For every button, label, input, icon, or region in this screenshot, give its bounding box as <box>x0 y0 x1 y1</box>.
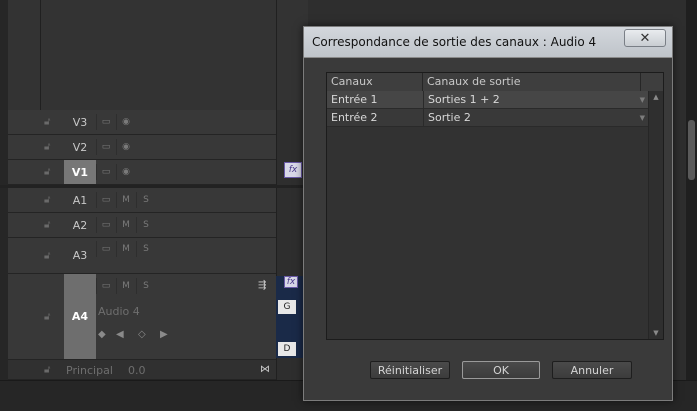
right-channel-tag: D <box>278 342 296 356</box>
film-icon[interactable]: ▭ <box>96 139 115 155</box>
eye-icon[interactable]: ◉ <box>116 114 135 130</box>
timeline-scrollbar[interactable] <box>686 0 697 380</box>
lock-icon[interactable]: 🔓︎ <box>44 311 50 322</box>
lock-icon[interactable]: 🔓︎ <box>44 167 50 178</box>
grid-header: Canaux d’entrée Canaux de sortie <box>327 73 663 106</box>
track-a3[interactable]: 🔓︎ A3 ▭ M S <box>8 238 276 274</box>
fx-badge[interactable]: fx <box>284 276 298 288</box>
track-name: A3 <box>72 249 88 262</box>
track-name: V3 <box>72 115 88 129</box>
chevron-down-icon[interactable]: ▼ <box>640 109 645 127</box>
channel-output-mapping-dialog: Correspondance de sortie des canaux : Au… <box>303 26 673 401</box>
timeline-empty-area <box>8 0 308 110</box>
solo-button[interactable]: S <box>136 217 155 233</box>
track-a1[interactable]: 🔓︎ A1 ▭ M S <box>8 188 276 213</box>
output-channel-value: Sorties 1 + 2 <box>428 93 500 106</box>
film-icon[interactable]: ▭ <box>96 241 115 257</box>
output-channel-select[interactable]: Sortie 2 ▼ <box>423 109 649 127</box>
eye-icon[interactable]: ◉ <box>116 164 135 180</box>
eye-icon[interactable]: ◉ <box>116 139 135 155</box>
scroll-down-icon[interactable]: ▼ <box>649 327 663 339</box>
grid-scrollbar[interactable]: ▲ ▼ <box>648 91 663 339</box>
film-icon[interactable]: ▭ <box>96 114 115 130</box>
track-a4[interactable]: 🔓︎ A4 ▭ M S Audio 4 ◆ ◀ ◇ ▶ ⇶ <box>8 274 276 360</box>
master-channel-icon[interactable]: ⋈ <box>260 364 270 375</box>
track-name: V2 <box>72 140 88 154</box>
output-channel-value: Sortie 2 <box>428 111 471 124</box>
solo-button[interactable]: S <box>136 278 155 294</box>
dialog-titlebar[interactable]: Correspondance de sortie des canaux : Au… <box>304 27 672 58</box>
mute-button[interactable]: M <box>116 217 135 233</box>
track-name: A4 <box>64 274 96 359</box>
mute-button[interactable]: M <box>116 192 135 208</box>
channel-map-icon[interactable]: ⇶ <box>258 280 266 291</box>
table-row[interactable]: Entrée 2 Sortie 2 ▼ <box>327 109 649 127</box>
track-master[interactable]: 🔓︎ Principal 0.0 ⋈ <box>8 360 276 380</box>
keyframe-toggle-icon[interactable]: ◇ <box>138 329 146 340</box>
track-v3[interactable]: 🔓︎ V3 ▭ ◉ <box>8 110 276 135</box>
track-label: Audio 4 <box>98 305 140 318</box>
track-a2[interactable]: 🔓︎ A2 ▭ M S <box>8 213 276 238</box>
film-icon[interactable]: ▭ <box>96 164 115 180</box>
chevron-down-icon[interactable]: ▼ <box>640 91 645 109</box>
solo-button[interactable]: S <box>136 192 155 208</box>
master-value: 0.0 <box>128 364 146 377</box>
keyframe-next-icon[interactable]: ▶ <box>160 329 168 340</box>
film-icon[interactable]: ▭ <box>96 217 115 233</box>
lock-icon[interactable]: 🔓︎ <box>44 117 50 128</box>
dialog-title: Correspondance de sortie des canaux : Au… <box>312 35 597 49</box>
channel-mapping-grid: Canaux d’entrée Canaux de sortie Entrée … <box>326 72 664 340</box>
master-label: Principal <box>66 364 113 377</box>
left-channel-tag: G <box>278 300 296 314</box>
track-name: A2 <box>72 218 88 232</box>
scrollbar-thumb[interactable] <box>688 120 695 180</box>
column-header-input: Canaux d’entrée <box>327 73 423 106</box>
track-v2[interactable]: 🔓︎ V2 ▭ ◉ <box>8 135 276 160</box>
mute-button[interactable]: M <box>116 241 135 257</box>
scroll-up-icon[interactable]: ▲ <box>649 91 663 103</box>
lock-icon[interactable]: 🔓︎ <box>44 195 50 206</box>
reset-button[interactable]: Réinitialiser <box>370 361 450 379</box>
lock-icon[interactable]: 🔓︎ <box>44 364 50 375</box>
dialog-body: Canaux d’entrée Canaux de sortie Entrée … <box>308 58 668 396</box>
keyframe-prev-icon[interactable]: ◀ <box>116 329 124 340</box>
track-v1[interactable]: 🔓︎ V1 ▭ ◉ <box>8 160 276 185</box>
column-header-output: Canaux de sortie <box>423 73 641 91</box>
input-channel-cell: Entrée 2 <box>331 111 378 124</box>
lock-icon[interactable]: 🔓︎ <box>44 250 50 261</box>
track-name: V1 <box>64 160 96 184</box>
table-row[interactable]: Entrée 1 Sorties 1 + 2 ▼ <box>327 91 649 109</box>
output-channel-select[interactable]: Sorties 1 + 2 ▼ <box>423 91 649 109</box>
mute-button[interactable]: M <box>116 278 135 294</box>
solo-button[interactable]: S <box>136 241 155 257</box>
ok-button[interactable]: OK <box>462 361 540 379</box>
fx-badge[interactable]: fx <box>284 162 302 178</box>
lock-icon[interactable]: 🔓︎ <box>44 220 50 231</box>
film-icon[interactable]: ▭ <box>96 192 115 208</box>
track-name: A1 <box>72 193 88 207</box>
lock-icon[interactable]: 🔓︎ <box>44 142 50 153</box>
film-icon[interactable]: ▭ <box>96 278 115 294</box>
keyframe-add-icon[interactable]: ◆ <box>98 329 106 340</box>
input-channel-cell: Entrée 1 <box>331 93 378 106</box>
cancel-button[interactable]: Annuler <box>552 361 632 379</box>
close-icon[interactable]: ✕ <box>624 29 666 47</box>
